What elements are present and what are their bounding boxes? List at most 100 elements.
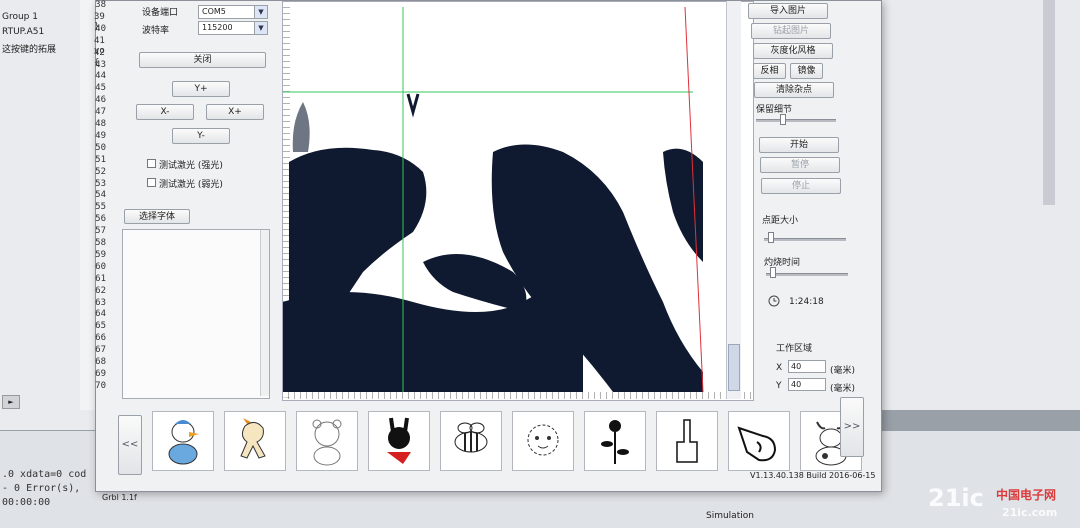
ide-scrollbar[interactable] — [1043, 0, 1055, 205]
clock-icon — [768, 295, 780, 307]
line-numbers: 38 39 } 40 41 vo 42 {43 44 45 46 47 48 49 50 51 52 53 5… — [80, 0, 110, 410]
test-laser-weak-label: 测试激光 (弱光) — [159, 180, 223, 190]
line-number: 64 — [95, 309, 106, 320]
thumbnail-bear[interactable] — [296, 411, 358, 471]
text-input-area[interactable] — [122, 229, 270, 399]
select-font-button[interactable]: 选择字体 — [124, 209, 190, 224]
detail-label: 保留细节 — [756, 105, 793, 115]
chevron-down-icon: ▼ — [254, 6, 267, 18]
tree-item-group[interactable]: Group 1 — [2, 12, 38, 22]
line-number: 67 — [95, 345, 106, 356]
x-minus-button[interactable]: X- — [136, 104, 194, 120]
tree-item-startup[interactable]: RTUP.A51 — [2, 27, 44, 37]
ide-project-tree: Group 1 RTUP.A51 这按键的拓展 — [0, 10, 78, 70]
line-number: 44 — [95, 71, 106, 82]
thumbnail-sheep[interactable] — [512, 411, 574, 471]
line-number: 70 — [95, 380, 106, 391]
next-images-button[interactable]: >> — [840, 397, 864, 457]
test-laser-strong-label: 测试激光 (强光) — [159, 161, 223, 171]
thumbnail-hand[interactable] — [656, 411, 718, 471]
work-area-label: 工作区域 — [776, 344, 813, 354]
version-text: V1.13.40.138 Build 2016-06-15 — [750, 471, 876, 480]
hand-gesture-icon — [676, 419, 698, 463]
watermark-brand: 21ic — [928, 484, 984, 512]
bee-icon — [454, 422, 488, 453]
engrave-canvas[interactable] — [282, 1, 754, 401]
start-button[interactable]: 开始 — [759, 137, 839, 153]
line-number: 52 — [95, 166, 106, 177]
watermark-site: 中国电子网 — [996, 488, 1057, 502]
burn-time-slider-thumb[interactable] — [770, 267, 777, 278]
thumbnail-pointing-hand[interactable] — [728, 411, 790, 471]
clear-noise-button[interactable]: 清除杂点 — [754, 82, 834, 98]
line-number: 43 — [95, 59, 106, 70]
canvas-vertical-scrollbar[interactable] — [726, 1, 741, 399]
work-area-y-input[interactable]: 40 — [788, 378, 826, 391]
dot-size-slider-track[interactable] — [764, 238, 846, 241]
laser-engraver-window: 设备端口 COM5 ▼ 波特率 115200 ▼ 关闭 Y+ X- X+ Y- … — [95, 0, 882, 502]
close-connection-button[interactable]: 关闭 — [139, 52, 266, 68]
previous-images-button[interactable]: << — [118, 415, 142, 475]
test-laser-weak-checkbox[interactable] — [147, 178, 156, 187]
pause-button[interactable]: 暂停 — [760, 157, 840, 173]
y-minus-button[interactable]: Y- — [172, 128, 230, 144]
device-port-label: 设备端口 — [142, 8, 179, 18]
output-line-3: 00:00:00 — [2, 497, 51, 508]
dot-size-label: 点距大小 — [762, 216, 799, 226]
work-area-x-unit: (毫米) — [830, 366, 856, 376]
line-number: 53 — [95, 178, 106, 189]
work-area-x-input[interactable]: 40 — [788, 360, 826, 373]
thumbnail-bee[interactable] — [440, 411, 502, 471]
line-number: 49 — [95, 130, 106, 141]
test-laser-strong-checkbox[interactable] — [147, 159, 156, 168]
engrave-preview-image — [283, 6, 704, 393]
pointing-hand-icon — [737, 426, 777, 462]
detail-slider-track[interactable] — [756, 119, 836, 122]
thumbnail-duck[interactable] — [152, 411, 214, 471]
invert-button[interactable]: 反相 — [753, 63, 786, 79]
dot-size-slider-thumb[interactable] — [768, 232, 775, 243]
device-port-select[interactable]: COM5 ▼ — [198, 5, 268, 19]
baud-label: 波特率 — [142, 26, 170, 36]
scroll-right-arrow-icon[interactable]: ► — [2, 395, 20, 409]
elapsed-time: 1:24:18 — [789, 297, 824, 307]
line-number: 48 — [95, 119, 106, 129]
output-line-2: - 0 Error(s), — [2, 483, 81, 494]
line-number: 66 — [95, 333, 106, 344]
text-area-scrollbar[interactable] — [260, 230, 269, 396]
line-number: 63 — [95, 297, 106, 308]
thumbnail-flower[interactable] — [584, 411, 646, 471]
detail-slider-thumb[interactable] — [780, 114, 786, 125]
scroll-thumb[interactable] — [728, 344, 740, 391]
line-number: 65 — [95, 321, 106, 332]
burn-time-slider-track[interactable] — [766, 273, 848, 276]
import-image-button[interactable]: 导入图片 — [748, 3, 828, 19]
horizontal-ruler — [283, 392, 753, 399]
output-line-1: .0 xdata=0 cod — [2, 469, 87, 480]
stop-button[interactable]: 停止 — [761, 178, 841, 194]
mirror-button[interactable]: 镜像 — [790, 63, 823, 79]
thumbnail-rabbit[interactable] — [368, 411, 430, 471]
line-number: 55 — [95, 202, 106, 213]
line-number: 59 — [95, 249, 106, 260]
line-number: 47 — [95, 107, 106, 118]
baud-value: 115200 — [202, 23, 233, 32]
line-number: 46 — [95, 95, 106, 106]
disabled-image-button[interactable]: 钻起图片 — [751, 23, 831, 39]
chevron-down-icon: ▼ — [254, 22, 267, 34]
y-plus-button[interactable]: Y+ — [172, 81, 230, 97]
baud-select[interactable]: 115200 ▼ — [198, 21, 268, 35]
tree-item-file[interactable]: 这按键的拓展 — [2, 42, 56, 55]
line-number: 51 — [95, 154, 106, 165]
line-number: 38 — [95, 0, 106, 10]
work-area-x-label: X — [776, 363, 783, 373]
x-plus-button[interactable]: X+ — [206, 104, 264, 120]
line-number: 62 — [95, 285, 106, 296]
line-number: 58 — [95, 238, 106, 248]
rabbit-icon — [387, 417, 411, 464]
thumbnail-horse[interactable] — [224, 411, 286, 471]
line-number: 57 — [95, 226, 106, 237]
firmware-text: Grbl 1.1f — [102, 493, 137, 502]
grayscale-style-button[interactable]: 灰度化风格 — [753, 43, 833, 59]
work-area-y-unit: (毫米) — [830, 384, 856, 394]
